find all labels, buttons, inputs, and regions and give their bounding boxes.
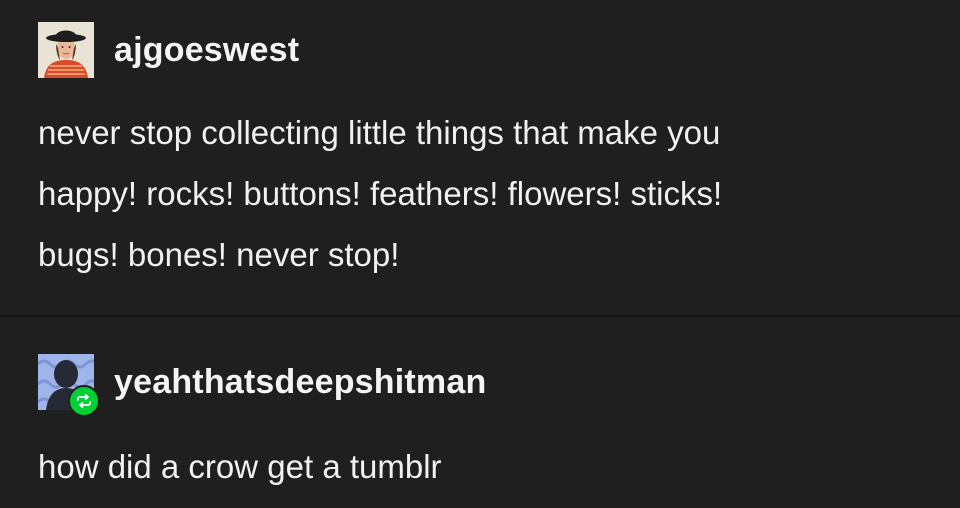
post-body-line: bugs! bones! never stop! <box>38 236 400 273</box>
post-username[interactable]: ajgoeswest <box>114 31 299 70</box>
post-header: yeahthatsdeepshitman <box>38 354 486 417</box>
post-body: never stop collecting little things that… <box>38 102 722 285</box>
post-header: ajgoeswest <box>38 22 299 78</box>
post-body-line: how did a crow get a tumblr <box>38 448 442 485</box>
post-body-line: happy! rocks! buttons! feathers! flowers… <box>38 175 723 212</box>
reblog-icon <box>77 393 91 409</box>
post-original: ajgoeswest never stop collecting little … <box>0 0 960 316</box>
post-username[interactable]: yeahthatsdeepshitman <box>114 363 486 402</box>
avatar[interactable] <box>38 354 100 417</box>
reblog-badge <box>68 385 100 417</box>
avatar[interactable] <box>38 22 94 78</box>
post-body: how did a crow get a tumblr <box>38 436 442 497</box>
post-body-line: never stop collecting little things that… <box>38 114 721 151</box>
post-reblog: yeahthatsdeepshitman how did a crow get … <box>0 317 960 508</box>
user-photo-avatar-icon <box>38 22 94 78</box>
